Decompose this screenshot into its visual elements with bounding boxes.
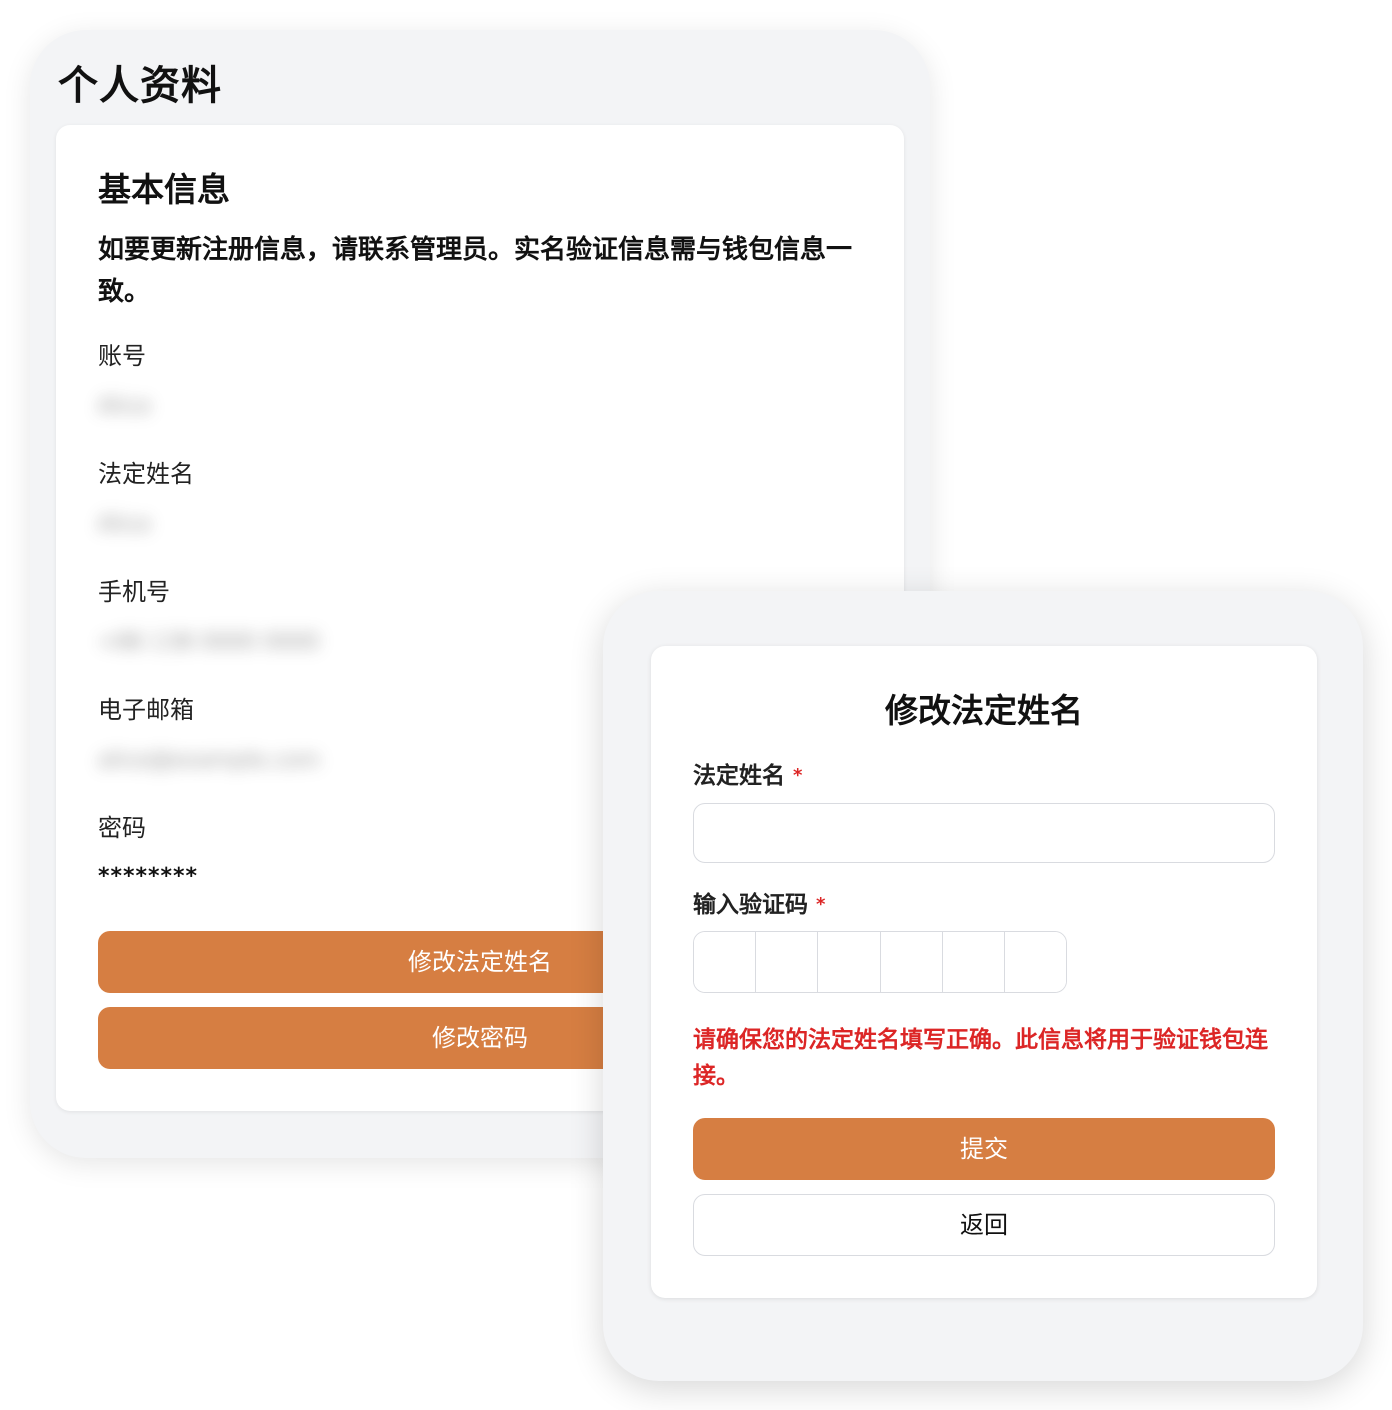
legal-name-value: Alice <box>98 512 151 537</box>
legal-name-input[interactable] <box>693 803 1275 863</box>
legal-name-field-label: 法定姓名 * <box>693 759 802 793</box>
required-mark: * <box>793 765 803 786</box>
change-legal-name-modal: 修改法定姓名 法定姓名 * 输入验证码 * 请确保您的法定姓名填写正确。此信息将用于… <box>603 591 1363 1381</box>
legal-name-field-label-text: 法定姓名 <box>693 763 785 789</box>
code-digit-2[interactable] <box>756 932 819 992</box>
modal-title: 修改法定姓名 <box>885 691 1083 730</box>
phone-label: 手机号 <box>98 578 170 606</box>
phone-value: +86 138 0000 0000 <box>98 630 320 655</box>
page-title: 个人资料 <box>58 63 222 109</box>
password-value: ******** <box>98 864 199 889</box>
code-digit-1[interactable] <box>694 932 757 992</box>
modal-card: 修改法定姓名 法定姓名 * 输入验证码 * 请确保您的法定姓名填写正确。此信息将用于… <box>651 646 1317 1298</box>
code-digit-4[interactable] <box>880 932 943 992</box>
code-digit-5[interactable] <box>942 932 1005 992</box>
verification-code-label-text: 输入验证码 <box>693 892 808 918</box>
legal-name-label: 法定姓名 <box>98 460 194 488</box>
account-value: Alice <box>98 394 151 419</box>
code-digit-3[interactable] <box>818 932 881 992</box>
required-mark: * <box>816 894 826 915</box>
verification-code-label: 输入验证码 * <box>693 888 825 922</box>
section-title: 基本信息 <box>98 170 230 209</box>
email-value: alice@example.com <box>98 748 321 773</box>
account-label: 账号 <box>98 342 146 370</box>
section-description: 如要更新注册信息，请联系管理员。实名验证信息需与钱包信息一致。 <box>98 235 853 307</box>
password-label: 密码 <box>98 814 146 842</box>
submit-button[interactable]: 提交 <box>693 1118 1275 1180</box>
back-button[interactable]: 返回 <box>693 1194 1275 1256</box>
code-digit-6[interactable] <box>1004 932 1066 992</box>
verification-code-input <box>693 931 1067 993</box>
email-label: 电子邮箱 <box>98 696 194 724</box>
warning-message: 请确保您的法定姓名填写正确。此信息将用于验证钱包连接。 <box>693 1027 1268 1089</box>
